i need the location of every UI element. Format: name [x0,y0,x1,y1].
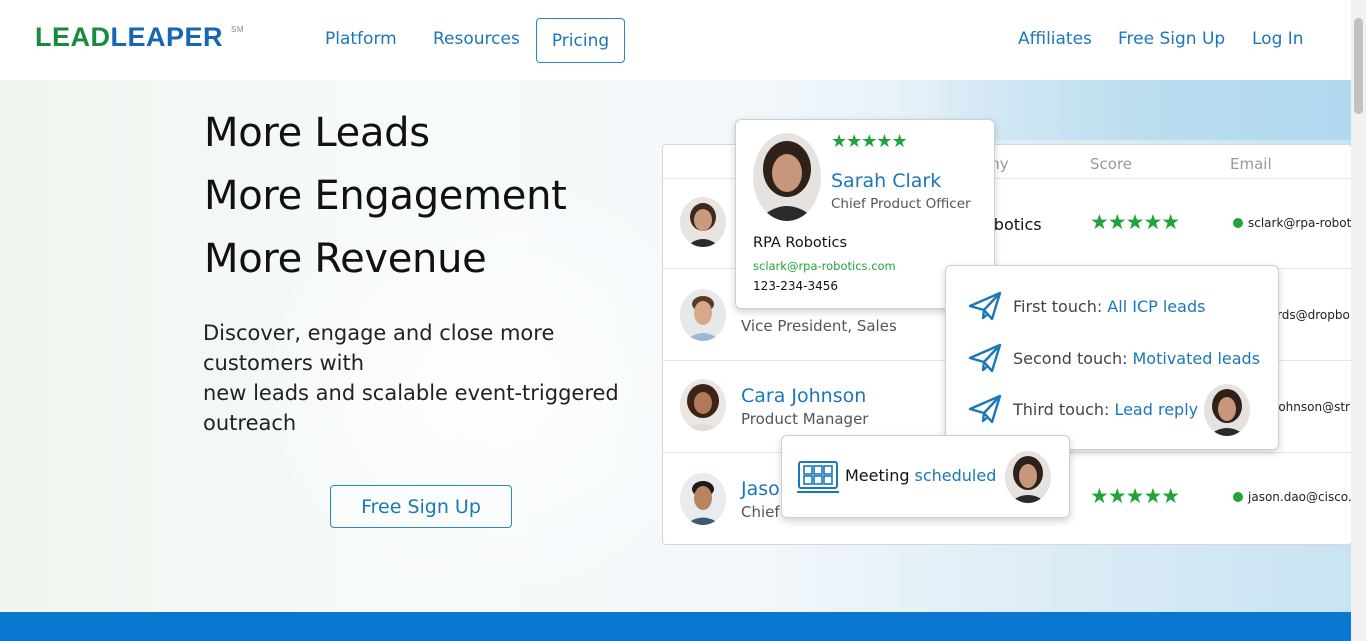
avatar [680,289,726,341]
nav-platform[interactable]: Platform [325,29,397,49]
nav-pricing[interactable]: Pricing [536,18,625,63]
site-header: LEADLEAPER SM Platform Resources Pricing… [0,0,1351,80]
headline-revenue: More Revenue [204,236,487,282]
row-name[interactable]: Jaso [741,478,780,500]
row-score-stars: ★★★★★ [1090,484,1180,508]
sequence-step-second: Second touch: Motivated leads [968,343,1260,373]
avatar [680,379,726,431]
profile-company: RPA Robotics [753,235,848,251]
row-score-stars: ★★★★★ [1090,210,1180,234]
outreach-sequence-card: First touch: All ICP leads Second touch: M… [945,265,1279,450]
profile-phone: 123-234-3456 [753,279,839,293]
sequence-step-first: First touch: All ICP leads [968,291,1205,321]
profile-email[interactable]: sclark@rpa-robotics.com [753,259,896,273]
avatar [680,473,726,525]
logo-leaper-text: LEAPER [110,22,224,52]
meeting-status-text: Meeting scheduled [845,466,997,485]
nav-free-sign-up[interactable]: Free Sign Up [1118,29,1225,49]
avatar [680,197,726,247]
nav-log-in[interactable]: Log In [1252,29,1304,49]
paper-plane-icon [968,343,1002,373]
hero-subtext: Discover, engage and close more customer… [203,318,653,438]
row-name[interactable]: Cara Johnson [741,385,866,407]
headline-engagement: More Engagement [204,173,567,219]
profile-title: Chief Product Officer [831,196,971,212]
avatar [1005,451,1051,503]
bottom-banner [0,612,1351,641]
profile-name[interactable]: Sarah Clark [831,170,941,192]
status-dot-icon [1233,218,1243,228]
row-title: Product Manager [741,410,869,428]
nav-affiliates[interactable]: Affiliates [1018,29,1092,49]
hero-subtext-line2: new leads and scalable event-triggered o… [203,381,619,435]
profile-rating-stars: ★★★★★ [831,131,908,152]
row-title: Vice President, Sales [741,317,897,335]
meeting-scheduled-card: Meeting scheduled [781,435,1070,518]
row-email: rds@dropbo [1277,308,1350,322]
column-header-score: Score [1090,155,1133,173]
profile-avatar [753,133,821,221]
hero-subtext-line1: Discover, engage and close more customer… [203,321,555,375]
paper-plane-icon [968,291,1002,321]
row-email: jason.dao@cisco.c [1233,490,1351,504]
leadleaper-logo[interactable]: LEADLEAPER SM [35,22,244,53]
status-dot-icon [1233,492,1243,502]
nav-resources[interactable]: Resources [433,29,520,49]
video-meeting-icon [797,461,839,493]
service-mark: SM [231,25,244,34]
paper-plane-icon [968,394,1002,424]
sequence-step-third: Third touch: Lead reply [968,394,1198,424]
avatar [1204,384,1250,436]
headline-leads: More Leads [204,110,430,156]
column-header-email: Email [1230,155,1272,173]
hero-free-sign-up-button[interactable]: Free Sign Up [330,485,512,528]
logo-lead-text: LEAD [35,22,111,52]
row-email: sclark@rpa-roboti [1233,216,1351,230]
scrollbar-thumb[interactable] [1354,18,1363,114]
page-scrollbar[interactable] [1351,0,1366,641]
row-title: Chief [741,503,780,521]
row-email: johnson@stri [1275,400,1351,414]
